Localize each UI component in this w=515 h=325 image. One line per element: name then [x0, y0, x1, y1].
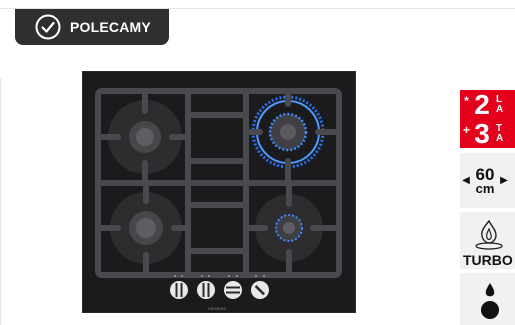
product-image[interactable]: SIEMENS — [81, 70, 357, 314]
check-circle-icon — [34, 13, 62, 41]
turbo-feature: TURBO — [460, 212, 515, 269]
turbo-label: TURBO — [463, 252, 513, 268]
brand-logo: SIEMENS — [208, 306, 226, 311]
turbo-flame-icon — [472, 217, 506, 251]
arrow-right-icon: ▶ — [500, 175, 508, 186]
arrow-left-icon: ◀ — [462, 175, 470, 186]
warranty-badge: * 2 L A + 3 T A — [460, 90, 515, 148]
left-divider — [0, 78, 1, 325]
flame-drop-icon — [479, 281, 501, 321]
recommended-badge: POLECAMY — [15, 9, 169, 45]
flame-feature — [460, 273, 515, 325]
warranty-row: + 3 T A — [462, 117, 504, 148]
warranty-row: * 2 L A — [464, 90, 504, 120]
warranty-years: 2 — [474, 90, 490, 120]
warranty-extra-years: 3 — [474, 117, 490, 148]
badge-label: POLECAMY — [70, 19, 151, 35]
width-feature: ◀ 60 cm ▶ — [460, 153, 515, 208]
width-unit: cm — [475, 180, 495, 196]
